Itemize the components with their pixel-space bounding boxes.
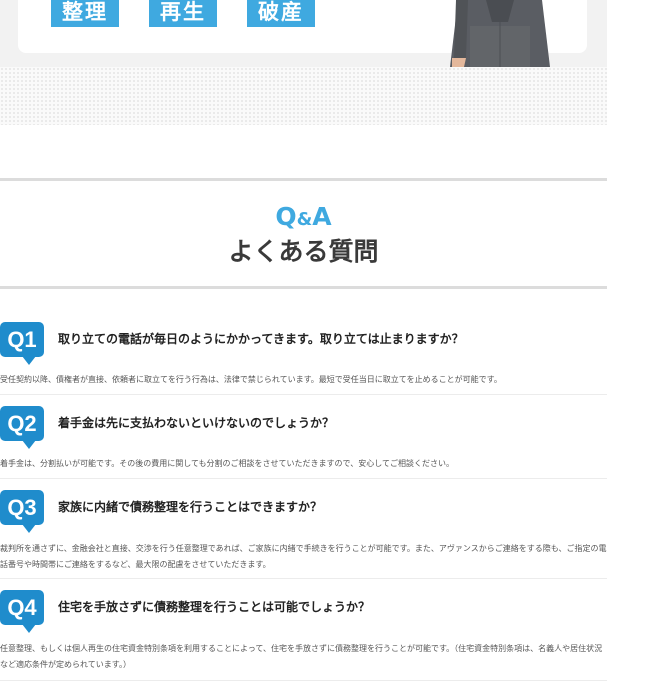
businesswoman-image: [450, 0, 550, 67]
heading-bottom-rule: [0, 286, 607, 289]
faq-answer-3: 裁判所を通さずに、金融会社と直接、交渉を行う任意整理であれば、ご家族に内緒で手続…: [0, 544, 607, 569]
faq-question-3: 家族に内緒で債務整理を行うことはできますか？: [58, 500, 323, 514]
faq-divider: [0, 578, 607, 579]
faq-question-2: 着手金は先に支払わないといけないのでしょうか？: [58, 416, 335, 430]
q3-badge-icon: Q3: [0, 490, 44, 533]
dotted-background: [0, 67, 607, 125]
faq-divider: [0, 394, 607, 395]
faq-question-1: 取り立ての電話が毎日のようにかかってきます。取り立ては止まりますか？: [58, 332, 464, 346]
faq-answer-2: 着手金は、分割払いが可能です。その後の費用に関しても分割のご相談をさせていただき…: [0, 459, 454, 468]
faq-answer-4: 任意整理、もしくは個人再生の住宅資金特別条項を利用することによって、住宅を手放さ…: [0, 644, 603, 669]
faq-answer-1: 受任契約以降、債権者が直接、依頼者に取立てを行う行為は、法律で禁じられています。…: [0, 375, 502, 384]
tag-hasan: 破産: [247, 0, 315, 27]
faq-divider: [0, 680, 607, 681]
q1-badge-icon: Q1: [0, 322, 44, 365]
q4-badge-icon: Q4: [0, 590, 44, 633]
tag-saisei: 再生: [149, 0, 217, 27]
q2-badge-icon: Q2: [0, 406, 44, 449]
section-title: よくある質問: [228, 237, 379, 266]
tag-seiri: 整理: [51, 0, 119, 27]
section-title-en: Q&A: [275, 202, 332, 231]
hero-banner-bottom: 整理 再生 破産: [0, 0, 607, 67]
faq-divider: [0, 478, 607, 479]
heading-top-rule: [0, 178, 607, 181]
faq-question-4: 住宅を手放さずに債務整理を行うことは可能でしょうか？: [58, 600, 371, 614]
